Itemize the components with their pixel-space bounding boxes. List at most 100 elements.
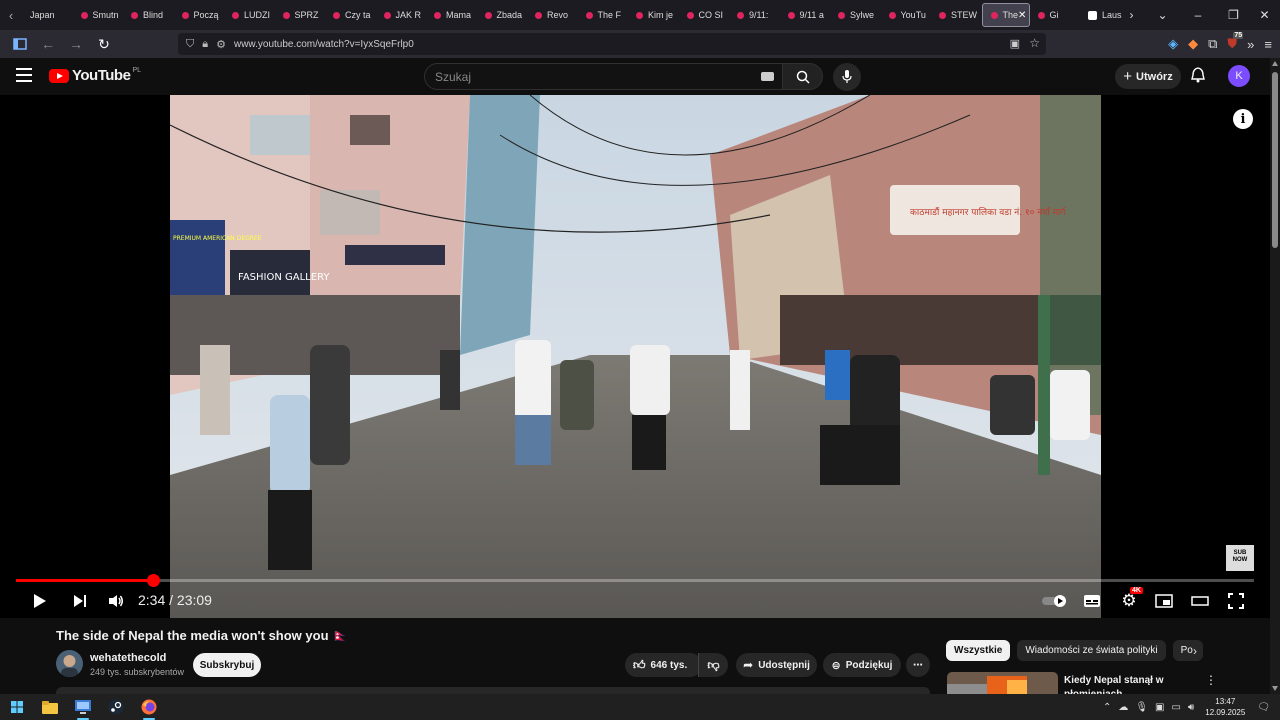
taskbar-clock[interactable]: 13:47 12.09.2025 [1205,696,1245,718]
microphone-tray-icon[interactable]: 🎙︎ [1135,702,1148,713]
chip-truncated[interactable]: Po [1172,640,1203,661]
windows-start-icon[interactable] [8,698,26,716]
browser-tab[interactable]: Zbada [477,3,528,27]
reload-button[interactable]: ↻ [92,32,116,56]
notifications-bell-icon[interactable] [1191,67,1205,87]
extensions-puzzle-icon[interactable]: ⧉ [1208,36,1217,52]
browser-tab[interactable]: STEW [931,3,982,27]
page-scrollbar[interactable] [1270,58,1280,694]
forward-button[interactable]: → [64,32,88,56]
lock-icon[interactable]: 🔒︎ [202,38,208,51]
firefox-icon[interactable] [140,698,158,720]
next-button[interactable] [68,587,92,615]
display-tray-icon[interactable]: ▣ [1155,702,1164,713]
overflow-chevrons-icon[interactable]: » [1247,37,1254,52]
tabs-scroll-left-button[interactable]: ‹ [0,0,22,30]
create-button[interactable]: + Utwórz [1115,64,1181,89]
browser-tab[interactable]: Mama [426,3,477,27]
play-button[interactable] [28,587,52,615]
browser-tab[interactable]: The F [578,3,629,27]
theater-mode-button[interactable] [1188,587,1212,615]
notifications-icon[interactable]: 🗨︎ [1257,702,1270,713]
browser-tab[interactable]: LUDZI [224,3,275,27]
channel-avatar[interactable] [56,650,83,677]
tabs-scroll-right-button[interactable]: › [1116,0,1147,30]
scrubber-handle[interactable] [147,574,161,587]
browser-tab[interactable]: SPRZ [275,3,326,27]
tab-active[interactable]: The ✕ [981,3,1030,27]
share-button[interactable]: ➦ Udostępnij [736,653,817,677]
miniplayer-button[interactable] [1152,587,1176,615]
search-input[interactable]: Szukaj [424,63,783,90]
fullscreen-button[interactable] [1224,587,1248,615]
browser-tab[interactable]: Revo [527,3,578,27]
chips-next-arrow-icon[interactable]: › [1193,644,1197,658]
minimize-button[interactable]: – [1178,0,1218,30]
description-box[interactable] [56,687,930,694]
account-avatar[interactable]: K [1228,65,1250,87]
settings-button[interactable]: ⚙ 4K [1116,587,1143,615]
close-window-button[interactable]: ✕ [1249,0,1280,30]
permissions-icon[interactable]: ⚙ [216,38,226,51]
bookmark-star-icon[interactable]: ☆ [1029,36,1040,50]
onedrive-cloud-icon[interactable]: ☁ [1118,702,1128,713]
browser-tab[interactable]: Gi [1030,3,1081,27]
thanks-button[interactable]: ⊜ Podziękuj [823,653,901,677]
search-button[interactable] [783,63,823,90]
list-all-tabs-button[interactable]: ⌄ [1147,0,1178,30]
network-icon[interactable]: ▭ [1171,702,1180,713]
url-bar[interactable]: ⛉ 🔒︎ ⚙ www.youtube.com/watch?v=IyxSqeFrl… [178,33,1046,55]
restore-button[interactable]: ❐ [1218,0,1249,30]
url-text[interactable]: www.youtube.com/watch?v=IyxSqeFrlp0 [234,39,414,50]
browser-tab[interactable]: Blind [123,3,174,27]
sidebar-toggle-icon[interactable] [8,32,32,56]
ublock-extension-icon[interactable]: ⛊ 75 [1227,32,1244,52]
like-button[interactable]: 👍︎ 646 tys. [625,653,702,677]
volume-button[interactable] [104,587,128,615]
youtube-logo[interactable]: YouTube PL [49,67,141,84]
subtitles-button[interactable] [1080,587,1104,615]
browser-tab[interactable]: Czy ta [325,3,376,27]
subscribe-watermark[interactable]: SUB NOW [1226,545,1254,571]
video-player[interactable]: काठमाडौं महानगर पालिका वडा नं. १० नयाँ म… [0,95,1270,618]
tracking-shield-icon[interactable]: ⛉ [186,38,194,51]
chip-all[interactable]: Wszystkie [946,640,1011,661]
video-frame[interactable]: काठमाडौं महानगर पालिका वडा नं. १० नयाँ म… [170,95,1101,618]
fox-extension-icon[interactable]: ◆ [1188,36,1198,52]
channel-name[interactable]: wehatethecold [90,652,166,664]
info-icon[interactable]: i [1233,109,1253,129]
browser-tab[interactable]: Sylwe [830,3,881,27]
autoplay-toggle[interactable] [1040,587,1070,615]
recommended-thumbnail[interactable] [947,672,1058,694]
browser-tab[interactable]: CO SI [679,3,730,27]
dislike-button[interactable]: 👎︎ [698,653,728,677]
back-button[interactable]: ← [36,32,60,56]
browser-tab[interactable]: Smutn [73,3,124,27]
remote-desktop-icon[interactable] [74,698,92,720]
chip-world-politics-news[interactable]: Wiadomości ze świata polityki [1017,640,1166,661]
close-tab-icon[interactable]: ✕ [1018,10,1026,21]
vpn-extension-icon[interactable]: ◈ [1168,36,1178,52]
picture-icon[interactable]: ▣ [1010,37,1020,50]
browser-tab[interactable]: Japan [22,3,73,27]
steam-icon[interactable] [107,698,125,716]
file-explorer-icon[interactable] [41,698,59,716]
scroll-down-arrow-icon[interactable] [1272,686,1278,691]
scrollbar-thumb[interactable] [1272,72,1278,248]
browser-tab[interactable]: Począ [174,3,225,27]
subscribe-button[interactable]: Subskrybuj [193,653,261,677]
browser-tab[interactable]: YouTu [881,3,932,27]
tray-overflow-chevron-icon[interactable]: ⌃ [1103,702,1111,713]
browser-tab[interactable]: 9/11 a [780,3,831,27]
browser-tab[interactable]: Kim je [628,3,679,27]
browser-tab[interactable]: JAK R [376,3,427,27]
volume-tray-icon[interactable]: 🔊︎ [1188,702,1194,713]
guide-menu-icon[interactable] [16,68,32,82]
recommended-more-icon[interactable]: ⋮ [1205,673,1217,687]
app-menu-icon[interactable]: ≡ [1264,37,1272,52]
more-actions-button[interactable]: ⋯ [906,653,930,677]
scroll-up-arrow-icon[interactable] [1272,61,1278,66]
voice-search-button[interactable] [833,63,861,91]
browser-tab[interactable]: 9/11: [729,3,780,27]
progress-bar[interactable] [16,574,1254,587]
